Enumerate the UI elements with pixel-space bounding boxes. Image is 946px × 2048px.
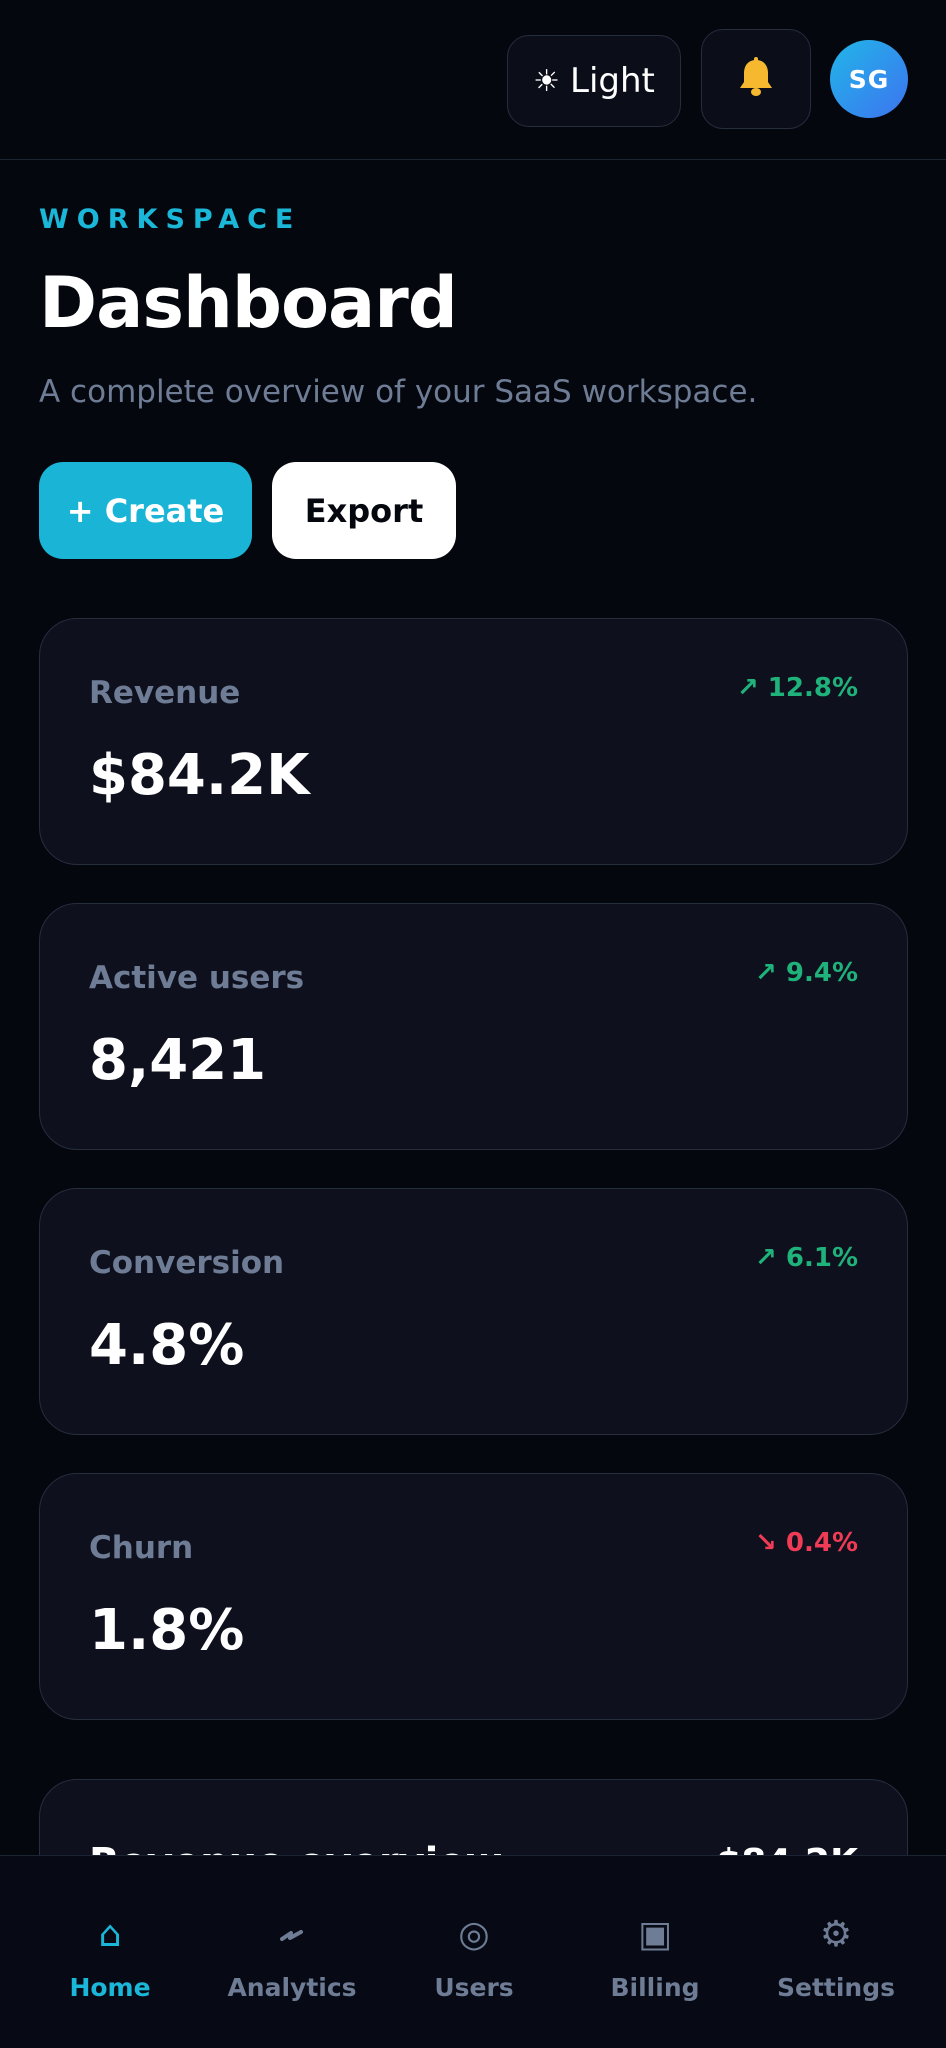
export-button[interactable]: Export [272,462,456,559]
users-icon: ◎ [458,1914,490,1955]
nav-item-billing[interactable]: ▣ Billing [565,1856,745,2048]
nav-label: Users [434,1973,514,2002]
dashboard-screen: ☀ Light SG WORKSPACE Dashboard A complet… [0,0,946,2048]
avatar-initials: SG [848,64,890,94]
nav-item-home[interactable]: ⌂ Home [20,1856,200,2048]
stat-delta: ↗ 6.1% [755,1243,858,1273]
stat-value: 1.8% [89,1598,245,1663]
stat-value: $84.2K [89,743,310,808]
create-button[interactable]: + Create [39,462,252,559]
page-subtitle: A complete overview of your SaaS workspa… [39,374,758,410]
stat-label: Conversion [89,1245,285,1281]
stat-delta: ↘ 0.4% [755,1528,858,1558]
nav-label: Home [69,1973,151,2002]
theme-toggle-label: Light [570,61,655,101]
billing-icon: ▣ [637,1914,672,1955]
sun-icon: ☀ [533,63,561,99]
theme-toggle-button[interactable]: ☀ Light [507,35,681,127]
stat-card-churn[interactable]: Churn 1.8% ↘ 0.4% [39,1473,908,1720]
section-eyebrow: WORKSPACE [39,204,302,235]
stat-delta: ↗ 12.8% [736,673,858,703]
nav-item-settings[interactable]: ⚙ Settings [746,1856,926,2048]
top-bar: ☀ Light SG [0,0,946,160]
stat-delta: ↗ 9.4% [755,958,858,988]
nav-label: Analytics [227,1973,357,2002]
stat-label: Revenue [89,675,241,711]
stat-card-conversion[interactable]: Conversion 4.8% ↗ 6.1% [39,1188,908,1435]
stat-value: 8,421 [89,1028,267,1093]
page-title: Dashboard [39,262,458,344]
nav-item-analytics[interactable]: Analytics [202,1856,382,2048]
home-icon: ⌂ [98,1914,122,1955]
notifications-button[interactable] [701,29,811,129]
stat-card-active-users[interactable]: Active users 8,421 ↗ 9.4% [39,903,908,1150]
avatar[interactable]: SG [830,40,908,118]
stat-label: Active users [89,960,305,996]
analytics-icon [277,1915,307,1955]
settings-icon: ⚙ [819,1914,853,1955]
nav-item-users[interactable]: ◎ Users [384,1856,564,2048]
nav-label: Settings [776,1973,895,2002]
bottom-nav: ⌂ Home Analytics ◎ Users ▣ Billing ⚙ Set… [0,1855,946,2048]
stat-value: 4.8% [89,1313,245,1378]
nav-label: Billing [610,1973,700,2002]
stat-card-revenue[interactable]: Revenue $84.2K ↗ 12.8% [39,618,908,865]
stat-label: Churn [89,1530,194,1566]
bell-icon [737,57,775,101]
